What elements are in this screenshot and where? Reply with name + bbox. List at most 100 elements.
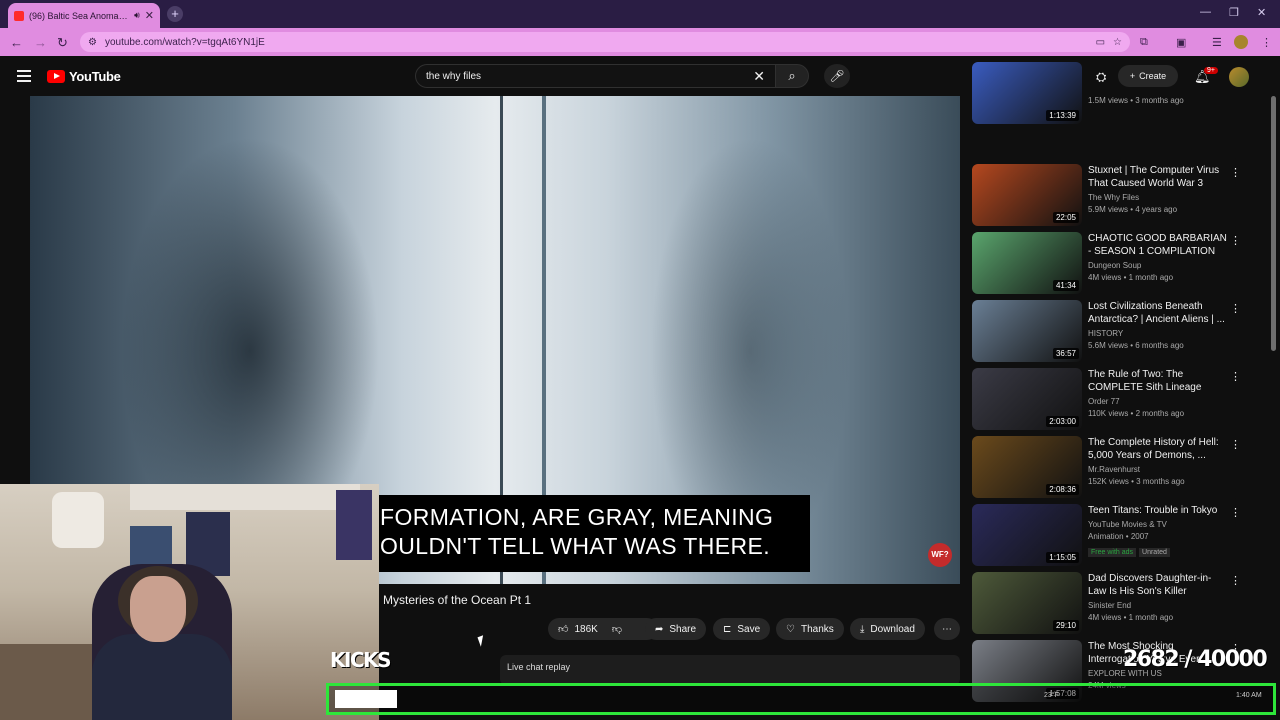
tab-close-icon[interactable]: ✕: [145, 9, 154, 22]
rec-meta[interactable]: Lost Civilizations Beneath Antarctica? |…: [1088, 300, 1228, 350]
rec-badge: Free with ads: [1088, 548, 1137, 557]
bookmark-star-icon[interactable]: ☆: [1113, 37, 1122, 48]
rec-title[interactable]: The Rule of Two: The COMPLETE Sith Linea…: [1088, 368, 1228, 394]
rec-meta[interactable]: 1.5M views • 3 months ago: [1088, 96, 1228, 105]
sidebar-icon[interactable]: ▣: [1176, 36, 1186, 49]
browser-tab-active[interactable]: (96) Baltic Sea Anomaly, At 🔊︎ ✕: [8, 3, 160, 28]
speaker-icon[interactable]: 🔊︎: [134, 10, 140, 21]
recommendation-item[interactable]: 41:34 CHAOTIC GOOD BARBARIAN - SEASON 1 …: [972, 232, 1252, 294]
recommendation-item[interactable]: 36:57 Lost Civilizations Beneath Antarct…: [972, 300, 1252, 362]
rec-meta[interactable]: The Complete History of Hell: 5,000 Year…: [1088, 436, 1228, 486]
rec-meta[interactable]: Dad Discovers Daughter-in-Law Is His Son…: [1088, 572, 1228, 622]
rec-thumbnail[interactable]: 29:10: [972, 572, 1082, 634]
rec-more-icon[interactable]: ⋮: [1230, 166, 1241, 179]
share-icon: ➦: [655, 623, 664, 635]
rec-more-icon[interactable]: ⋮: [1230, 438, 1241, 451]
site-info-icon[interactable]: ⚙︎: [88, 37, 97, 48]
thanks-button[interactable]: ♡ Thanks: [776, 618, 844, 640]
search-query[interactable]: the why files: [426, 71, 481, 82]
rec-thumbnail[interactable]: 1:13:39: [972, 62, 1082, 124]
rec-channel[interactable]: HISTORY: [1088, 329, 1228, 338]
rec-meta[interactable]: CHAOTIC GOOD BARBARIAN - SEASON 1 COMPIL…: [1088, 232, 1228, 282]
rec-channel[interactable]: The Why Files: [1088, 193, 1228, 202]
rec-duration: 2:03:00: [1046, 416, 1079, 427]
rec-duration: 2:08:36: [1046, 484, 1079, 495]
save-label: Save: [737, 623, 761, 635]
thumbs-up-icon[interactable]: 👍︎: [558, 623, 568, 635]
maximize-icon[interactable]: ❐: [1229, 6, 1239, 19]
reading-list-icon[interactable]: ☰: [1212, 36, 1222, 49]
rec-channel[interactable]: Sinister End: [1088, 601, 1228, 610]
rec-title[interactable]: Lost Civilizations Beneath Antarctica? |…: [1088, 300, 1228, 326]
voice-search-icon[interactable]: 🎤︎: [824, 64, 850, 88]
rec-title[interactable]: Teen Titans: Trouble in Tokyo: [1088, 504, 1228, 517]
thumbs-down-icon[interactable]: 👎︎: [612, 623, 622, 635]
rec-thumbnail[interactable]: 36:57: [972, 300, 1082, 362]
recommendation-item[interactable]: 1:15:05 Teen Titans: Trouble in Tokyo Yo…: [972, 504, 1252, 566]
like-dislike-group[interactable]: 👍︎ 186K 👎︎: [548, 618, 658, 640]
rec-thumbnail[interactable]: 2:03:00: [972, 368, 1082, 430]
scrollbar-thumb[interactable]: [1271, 96, 1276, 351]
reload-icon[interactable]: ↻: [57, 35, 68, 51]
more-actions-button[interactable]: ⋯: [934, 618, 960, 640]
channel-watermark[interactable]: WF?: [928, 543, 952, 567]
rec-meta[interactable]: Stuxnet | The Computer Virus That Caused…: [1088, 164, 1228, 214]
rec-channel[interactable]: Order 77: [1088, 397, 1228, 406]
rec-title[interactable]: CHAOTIC GOOD BARBARIAN - SEASON 1 COMPIL…: [1088, 232, 1228, 258]
recommendation-item[interactable]: 29:10 Dad Discovers Daughter-in-Law Is H…: [972, 572, 1252, 634]
install-icon[interactable]: ▭: [1096, 37, 1105, 48]
youtube-logo[interactable]: YouTube: [47, 69, 121, 84]
save-button[interactable]: ⊏ Save: [713, 618, 771, 640]
rec-thumbnail[interactable]: 2:08:36: [972, 436, 1082, 498]
rec-meta[interactable]: Teen Titans: Trouble in Tokyo YouTube Mo…: [1088, 504, 1228, 559]
like-count[interactable]: 186K: [574, 624, 597, 635]
tab-title: (96) Baltic Sea Anomaly, At: [29, 10, 130, 21]
recommendation-item[interactable]: 1:13:39 1.5M views • 3 months ago ⋮: [972, 62, 1252, 124]
url-text[interactable]: youtube.com/watch?v=tgqAt6YN1jE: [105, 37, 1088, 48]
rec-channel[interactable]: Mr.Ravenhurst: [1088, 465, 1228, 474]
rec-title[interactable]: Stuxnet | The Computer Virus That Caused…: [1088, 164, 1228, 190]
kicks-label: KICKS: [330, 648, 392, 672]
window-close-icon[interactable]: ✕: [1257, 6, 1266, 19]
video-caption: FORMATION, ARE GRAY, MEANING OULDN'T TEL…: [372, 495, 810, 572]
rec-channel[interactable]: YouTube Movies & TV: [1088, 520, 1228, 529]
rec-title[interactable]: Dad Discovers Daughter-in-Law Is His Son…: [1088, 572, 1228, 598]
extensions-icon[interactable]: ⧉: [1140, 36, 1148, 49]
webcam-poster-3: [336, 490, 372, 560]
browser-tab-bar: (96) Baltic Sea Anomaly, At 🔊︎ ✕ + — ❐ ✕: [0, 0, 1280, 28]
recommendation-item[interactable]: 2:03:00 The Rule of Two: The COMPLETE Si…: [972, 368, 1252, 430]
rec-more-icon[interactable]: ⋮: [1230, 370, 1241, 383]
goal-progress-fill: [335, 690, 397, 708]
browser-menu-icon[interactable]: ⋮: [1261, 36, 1272, 49]
download-icon: ⤓: [860, 623, 865, 635]
rec-meta[interactable]: The Rule of Two: The COMPLETE Sith Linea…: [1088, 368, 1228, 418]
rec-thumbnail[interactable]: 1:15:05: [972, 504, 1082, 566]
rec-thumbnail[interactable]: 41:34: [972, 232, 1082, 294]
thanks-heart-icon: ♡: [786, 623, 795, 635]
hamburger-menu-icon[interactable]: [17, 70, 31, 85]
omnibox[interactable]: ⚙︎ youtube.com/watch?v=tgqAt6YN1jE ▭ ☆: [80, 32, 1130, 52]
rec-more-icon[interactable]: ⋮: [1230, 234, 1241, 247]
live-chat-replay[interactable]: Live chat replay: [500, 655, 960, 685]
rec-channel[interactable]: Dungeon Soup: [1088, 261, 1228, 270]
share-button[interactable]: ➦ Share: [645, 618, 707, 640]
back-icon[interactable]: ←: [10, 35, 23, 50]
rec-thumbnail[interactable]: 22:05: [972, 164, 1082, 226]
rec-stats: 5.6M views • 6 months ago: [1088, 341, 1184, 350]
rec-more-icon[interactable]: ⋮: [1230, 574, 1241, 587]
search-input[interactable]: the why files ✕: [415, 64, 775, 88]
rec-more-icon[interactable]: ⋮: [1230, 302, 1241, 315]
search-button[interactable]: ⌕: [775, 64, 809, 88]
minimize-icon[interactable]: —: [1200, 6, 1211, 18]
browser-profile-avatar[interactable]: [1234, 35, 1248, 49]
new-tab-button[interactable]: +: [167, 6, 183, 22]
goal-counter: 2682 / 40000: [1123, 647, 1268, 672]
recommendation-item[interactable]: 22:05 Stuxnet | The Computer Virus That …: [972, 164, 1252, 226]
recommendation-item[interactable]: 2:08:36 The Complete History of Hell: 5,…: [972, 436, 1252, 498]
thanks-label: Thanks: [800, 623, 834, 635]
search-clear-icon[interactable]: ✕: [753, 68, 765, 85]
rec-title[interactable]: The Complete History of Hell: 5,000 Year…: [1088, 436, 1228, 462]
forward-icon[interactable]: →: [34, 35, 47, 50]
rec-more-icon[interactable]: ⋮: [1230, 506, 1241, 519]
download-button[interactable]: ⤓ Download: [850, 618, 925, 640]
